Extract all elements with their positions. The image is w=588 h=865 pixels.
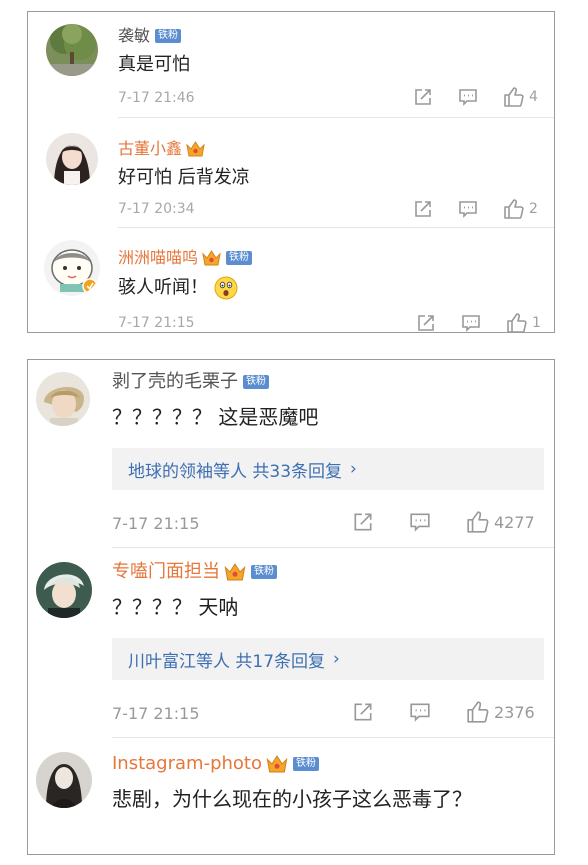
repost-icon[interactable] (352, 511, 374, 533)
comment-text: ？？？？？ 这是恶魔吧 (112, 405, 319, 429)
username-text[interactable]: Instagram-photo (112, 754, 262, 774)
comment-item: Instagram-photo 铁粉 悲剧，为什么现在的小孩子这么恶毒了？ (28, 738, 554, 854)
fan-badge: 铁粉 (226, 251, 253, 265)
crown-icon (224, 563, 246, 581)
repost-icon[interactable] (413, 199, 433, 219)
timestamp: 7-17 21:15 (112, 704, 200, 723)
comment-text: 骇人听闻！ (118, 276, 238, 300)
fan-badge: 铁粉 (155, 29, 182, 43)
username-text[interactable]: 袭敏 (118, 26, 150, 46)
comment-panel-bottom: 剥了壳的毛栗子 铁粉 ？？？？？ 这是恶魔吧 地球的领袖等人 共33条回复 › … (27, 359, 555, 855)
fan-badge: 铁粉 (293, 757, 319, 771)
avatar[interactable] (36, 372, 90, 426)
chevron-right-icon: › (333, 649, 340, 669)
comment-text: ？？？？ 天呐 (112, 595, 239, 619)
crown-icon (266, 755, 288, 773)
reply-summary-text: 川叶富江等人 共17条回复 (128, 651, 326, 672)
avatar[interactable] (46, 133, 98, 185)
username-text[interactable]: 剥了壳的毛栗子 (112, 372, 238, 392)
timestamp: 7-17 21:46 (118, 90, 195, 106)
comment-actions: 2376 (352, 700, 535, 724)
avatar[interactable] (44, 240, 100, 296)
username-text[interactable]: 古董小鑫 (118, 139, 182, 159)
comment-text: 好可怕 后背发凉 (118, 167, 250, 188)
like-icon[interactable] (466, 510, 490, 534)
like-count: 4277 (494, 512, 535, 532)
avatar[interactable] (36, 752, 92, 808)
comment-icon[interactable] (458, 199, 478, 219)
comment-icon[interactable] (458, 87, 478, 107)
username[interactable]: 剥了壳的毛栗子 铁粉 (112, 372, 269, 392)
like-count: 2376 (494, 702, 535, 722)
crown-icon (202, 250, 221, 266)
username[interactable]: 洲洲喵喵呜 铁粉 (118, 248, 253, 268)
timestamp: 7-17 20:34 (118, 201, 195, 217)
repost-icon[interactable] (352, 701, 374, 723)
like-icon[interactable] (503, 86, 525, 108)
username-text[interactable]: 专嗑门面担当 (112, 562, 220, 582)
username[interactable]: Instagram-photo 铁粉 (112, 754, 319, 774)
fan-badge: 铁粉 (243, 375, 269, 389)
comment-item: 剥了壳的毛栗子 铁粉 ？？？？？ 这是恶魔吧 地球的领袖等人 共33条回复 › … (28, 360, 554, 546)
comment-actions: 4 (413, 86, 538, 108)
comment-text: 真是可怕 (118, 54, 190, 75)
avatar[interactable] (46, 24, 98, 76)
like-icon[interactable] (506, 312, 528, 332)
comment-actions: 2 (413, 198, 538, 220)
reply-summary-link[interactable]: 川叶富江等人 共17条回复 › (112, 638, 544, 680)
like-count: 4 (529, 89, 538, 105)
fan-badge: 铁粉 (251, 565, 277, 579)
comment-text-content: 骇人听闻！ (118, 277, 208, 298)
comment-icon[interactable] (409, 701, 431, 723)
avatar[interactable] (36, 562, 92, 618)
comment-actions: 1 (416, 312, 541, 332)
username[interactable]: 古董小鑫 (118, 139, 205, 159)
username[interactable]: 专嗑门面担当 铁粉 (112, 562, 277, 582)
surprised-emoji-icon (214, 276, 238, 300)
comment-item: 袭敏 铁粉 真是可怕 7-17 21:46 4 (28, 12, 554, 117)
reply-summary-text: 地球的领袖等人 共33条回复 (128, 461, 343, 482)
like-count: 1 (532, 315, 541, 331)
crown-icon (186, 141, 205, 157)
like-count: 2 (529, 201, 538, 217)
timestamp: 7-17 21:15 (118, 315, 195, 331)
like-icon[interactable] (466, 700, 490, 724)
username-text[interactable]: 洲洲喵喵呜 (118, 248, 198, 268)
comment-text: 悲剧，为什么现在的小孩子这么恶毒了？ (112, 787, 472, 811)
comment-actions: 4277 (352, 510, 535, 534)
like-icon[interactable] (503, 198, 525, 220)
comment-item: 古董小鑫 好可怕 后背发凉 7-17 20:34 2 (28, 118, 554, 226)
comment-icon[interactable] (461, 313, 481, 332)
comment-panel-top: 袭敏 铁粉 真是可怕 7-17 21:46 4 古董小鑫 好可怕 后背发凉 7-… (27, 11, 555, 333)
comment-item: 洲洲喵喵呜 铁粉 骇人听闻！ 7-17 21:15 1 (28, 228, 554, 332)
timestamp: 7-17 21:15 (112, 514, 200, 533)
username[interactable]: 袭敏 铁粉 (118, 26, 182, 46)
comment-icon[interactable] (409, 511, 431, 533)
reply-summary-link[interactable]: 地球的领袖等人 共33条回复 › (112, 448, 544, 490)
chevron-right-icon: › (350, 459, 357, 479)
repost-icon[interactable] (416, 313, 436, 332)
comment-item: 专嗑门面担当 铁粉 ？？？？ 天呐 川叶富江等人 共17条回复 › 7-17 2… (28, 548, 554, 736)
repost-icon[interactable] (413, 87, 433, 107)
